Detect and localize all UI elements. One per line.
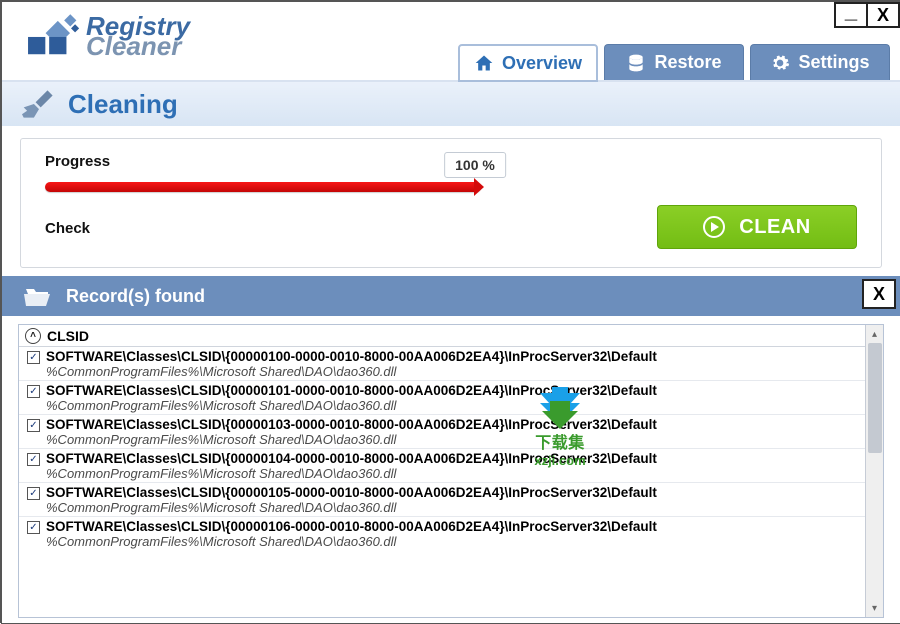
progress-card: Progress 100 % Check CLEAN [20, 138, 882, 268]
record-row[interactable]: SOFTWARE\Classes\CLSID\{00000100-0000-00… [19, 347, 865, 381]
section-title: Cleaning [68, 89, 178, 120]
window-controls: _ X [836, 2, 900, 28]
app-header: Registry Cleaner _ X Overview Restore Se… [2, 2, 900, 82]
clean-button-label: CLEAN [739, 216, 810, 239]
database-icon [626, 53, 646, 73]
record-checkbox[interactable] [27, 419, 40, 432]
records-group-header[interactable]: ˄ CLSID [19, 325, 865, 347]
record-row[interactable]: SOFTWARE\Classes\CLSID\{00000103-0000-00… [19, 415, 865, 449]
records-list: ˄ CLSID SOFTWARE\Classes\CLSID\{00000100… [19, 325, 865, 617]
record-path: SOFTWARE\Classes\CLSID\{00000106-0000-00… [46, 519, 657, 534]
record-row[interactable]: SOFTWARE\Classes\CLSID\{00000105-0000-00… [19, 483, 865, 517]
section-bar-cleaning: Cleaning [2, 82, 900, 126]
record-checkbox[interactable] [27, 487, 40, 500]
play-icon [703, 216, 725, 238]
records-scrollbar[interactable]: ▴ ▾ [865, 325, 883, 617]
record-checkbox[interactable] [27, 351, 40, 364]
scroll-up-icon[interactable]: ▴ [866, 325, 884, 343]
records-close-button[interactable]: X [862, 279, 896, 309]
records-title: Record(s) found [66, 286, 205, 307]
home-icon [474, 53, 494, 73]
main-tabs: Overview Restore Settings [458, 44, 890, 80]
record-row[interactable]: SOFTWARE\Classes\CLSID\{00000101-0000-00… [19, 381, 865, 415]
scrollbar-thumb[interactable] [868, 343, 882, 453]
tab-overview-label: Overview [502, 53, 582, 74]
record-row[interactable]: SOFTWARE\Classes\CLSID\{00000104-0000-00… [19, 449, 865, 483]
logo-text-2: Cleaner [86, 33, 190, 59]
record-path: SOFTWARE\Classes\CLSID\{00000104-0000-00… [46, 451, 657, 466]
record-path: SOFTWARE\Classes\CLSID\{00000100-0000-00… [46, 349, 657, 364]
brush-icon [22, 90, 56, 118]
tab-restore[interactable]: Restore [604, 44, 744, 80]
record-checkbox[interactable] [27, 521, 40, 534]
record-subpath: %CommonProgramFiles%\Microsoft Shared\DA… [46, 432, 857, 447]
progress-bar [45, 182, 481, 192]
record-subpath: %CommonProgramFiles%\Microsoft Shared\DA… [46, 500, 857, 515]
record-row[interactable]: SOFTWARE\Classes\CLSID\{00000106-0000-00… [19, 517, 865, 550]
logo-icon [24, 12, 82, 60]
record-checkbox[interactable] [27, 385, 40, 398]
record-path: SOFTWARE\Classes\CLSID\{00000101-0000-00… [46, 383, 657, 398]
records-bar: Record(s) found X [2, 276, 900, 316]
record-subpath: %CommonProgramFiles%\Microsoft Shared\DA… [46, 364, 857, 379]
folder-open-icon [24, 285, 52, 307]
record-subpath: %CommonProgramFiles%\Microsoft Shared\DA… [46, 534, 857, 549]
progress-bar-wrap: 100 % [45, 182, 857, 192]
tab-restore-label: Restore [654, 52, 721, 73]
record-subpath: %CommonProgramFiles%\Microsoft Shared\DA… [46, 398, 857, 413]
chevron-up-icon[interactable]: ˄ [25, 328, 41, 344]
tab-settings-label: Settings [798, 52, 869, 73]
close-window-button[interactable]: X [866, 2, 900, 28]
scrollbar-track[interactable] [866, 343, 884, 599]
progress-value-badge: 100 % [444, 152, 506, 178]
gear-icon [770, 53, 790, 73]
record-checkbox[interactable] [27, 453, 40, 466]
records-body: ˄ CLSID SOFTWARE\Classes\CLSID\{00000100… [18, 324, 884, 618]
record-path: SOFTWARE\Classes\CLSID\{00000105-0000-00… [46, 485, 657, 500]
tab-overview[interactable]: Overview [458, 44, 598, 82]
scroll-down-icon[interactable]: ▾ [866, 599, 884, 617]
clean-button[interactable]: CLEAN [657, 205, 857, 249]
minimize-button[interactable]: _ [834, 2, 868, 28]
record-subpath: %CommonProgramFiles%\Microsoft Shared\DA… [46, 466, 857, 481]
tab-settings[interactable]: Settings [750, 44, 890, 80]
records-group-name: CLSID [47, 328, 89, 344]
record-path: SOFTWARE\Classes\CLSID\{00000103-0000-00… [46, 417, 657, 432]
app-logo: Registry Cleaner [24, 12, 190, 60]
